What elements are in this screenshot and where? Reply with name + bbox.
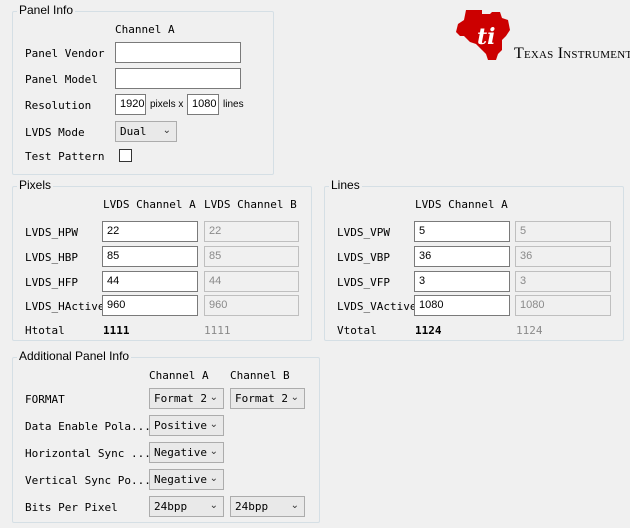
lvds-mode-value: Dual (120, 125, 147, 138)
lvds-mode-select[interactable]: Dual ⌄ (115, 121, 177, 142)
pixels-header-channel-a: LVDS Channel A (103, 198, 196, 211)
lines-vfp-b-input: 3 (515, 271, 611, 292)
panel-model-input[interactable] (115, 68, 241, 89)
lines-row-label: LVDS_VPW (337, 226, 390, 239)
chevron-down-icon: ⌄ (209, 392, 218, 403)
panel-model-label: Panel Model (25, 73, 98, 86)
pixels-hactive-a-input[interactable]: 960 (102, 295, 198, 316)
pixels-hfp-b-input: 44 (204, 271, 299, 292)
svg-text:ti: ti (477, 24, 496, 50)
lines-vactive-a-input[interactable]: 1080 (414, 295, 510, 316)
lines-row-label: LVDS_VBP (337, 251, 390, 264)
horizontal-sync-value: Negative (154, 446, 207, 459)
horizontal-sync-select[interactable]: Negative ⌄ (149, 442, 224, 463)
chevron-down-icon: ⌄ (290, 392, 299, 403)
pixels-hbp-a-input[interactable]: 85 (102, 246, 198, 267)
lvds-mode-label: LVDS Mode (25, 126, 85, 139)
horizontal-sync-label: Horizontal Sync ... (25, 447, 151, 460)
pixels-row-label: LVDS_HFP (25, 276, 78, 289)
format-a-select[interactable]: Format 2 ⌄ (149, 388, 224, 409)
lines-row-label: LVDS_VActive (337, 300, 417, 313)
pixels-row-label: LVDS_HPW (25, 226, 78, 239)
panel-info-channel-header: Channel A (115, 23, 175, 36)
data-enable-polarity-value: Positive (154, 419, 207, 432)
data-enable-polarity-select[interactable]: Positive ⌄ (149, 415, 224, 436)
vertical-sync-value: Negative (154, 473, 207, 486)
format-label: FORMAT (25, 393, 65, 406)
bits-per-pixel-a-select[interactable]: 24bpp ⌄ (149, 496, 224, 517)
pixels-row-label: LVDS_HActive (25, 300, 105, 313)
chevron-down-icon: ⌄ (209, 473, 218, 484)
chevron-down-icon: ⌄ (162, 125, 171, 136)
additional-header-channel-b: Channel B (230, 369, 290, 382)
ti-logo-icon: ti (456, 10, 510, 60)
bits-per-pixel-label: Bits Per Pixel (25, 501, 118, 514)
bits-per-pixel-b-value: 24bpp (235, 500, 269, 513)
chevron-down-icon: ⌄ (209, 419, 218, 430)
bits-per-pixel-a-value: 24bpp (154, 500, 188, 513)
data-enable-polarity-label: Data Enable Pola... (25, 420, 151, 433)
pixels-header-channel-b: LVDS Channel B (204, 198, 297, 211)
panel-vendor-input[interactable] (115, 42, 241, 63)
texas-instruments-logo: ti Texas Instruments (452, 6, 630, 68)
vtotal-b-value: 1124 (516, 324, 543, 337)
lines-vpw-b-input: 5 (515, 221, 611, 242)
lines-vbp-a-input[interactable]: 36 (414, 246, 510, 267)
format-b-value: Format 2 (235, 392, 288, 405)
htotal-a-value: 1111 (103, 324, 130, 337)
logo-text: Texas Instruments (514, 45, 630, 62)
htotal-label: Htotal (25, 324, 65, 337)
resolution-lines-label: lines (223, 99, 244, 110)
bits-per-pixel-b-select[interactable]: 24bpp ⌄ (230, 496, 305, 517)
lines-header-channel-a: LVDS Channel A (415, 198, 508, 211)
lines-vbp-b-input: 36 (515, 246, 611, 267)
panel-vendor-label: Panel Vendor (25, 47, 105, 60)
lines-vactive-b-input: 1080 (515, 295, 611, 316)
panel-info-title: Panel Info (17, 3, 76, 17)
vertical-sync-select[interactable]: Negative ⌄ (149, 469, 224, 490)
chevron-down-icon: ⌄ (290, 500, 299, 511)
pixels-hfp-a-input[interactable]: 44 (102, 271, 198, 292)
chevron-down-icon: ⌄ (209, 500, 218, 511)
vertical-sync-label: Vertical Sync Po... (25, 474, 151, 487)
additional-header-channel-a: Channel A (149, 369, 209, 382)
vtotal-a-value: 1124 (415, 324, 442, 337)
resolution-label: Resolution (25, 99, 92, 112)
test-pattern-checkbox[interactable] (119, 149, 132, 162)
pixels-hpw-a-input[interactable]: 22 (102, 221, 198, 242)
format-a-value: Format 2 (154, 392, 207, 405)
pixels-hpw-b-input: 22 (204, 221, 299, 242)
lines-title: Lines (329, 178, 362, 192)
lines-vfp-a-input[interactable]: 3 (414, 271, 510, 292)
resolution-pixels-x-label: pixels x (150, 99, 184, 110)
chevron-down-icon: ⌄ (209, 446, 218, 457)
pixels-hactive-b-input: 960 (204, 295, 299, 316)
pixels-row-label: LVDS_HBP (25, 251, 78, 264)
additional-panel-info-title: Additional Panel Info (17, 349, 132, 363)
lines-vpw-a-input[interactable]: 5 (414, 221, 510, 242)
pixels-hbp-b-input: 85 (204, 246, 299, 267)
resolution-height-input[interactable]: 1080 (187, 94, 219, 115)
format-b-select[interactable]: Format 2 ⌄ (230, 388, 305, 409)
htotal-b-value: 1111 (204, 324, 231, 337)
test-pattern-label: Test Pattern (25, 150, 105, 163)
resolution-width-input[interactable]: 1920 (115, 94, 146, 115)
lines-row-label: LVDS_VFP (337, 276, 390, 289)
vtotal-label: Vtotal (337, 324, 377, 337)
pixels-title: Pixels (17, 178, 54, 192)
